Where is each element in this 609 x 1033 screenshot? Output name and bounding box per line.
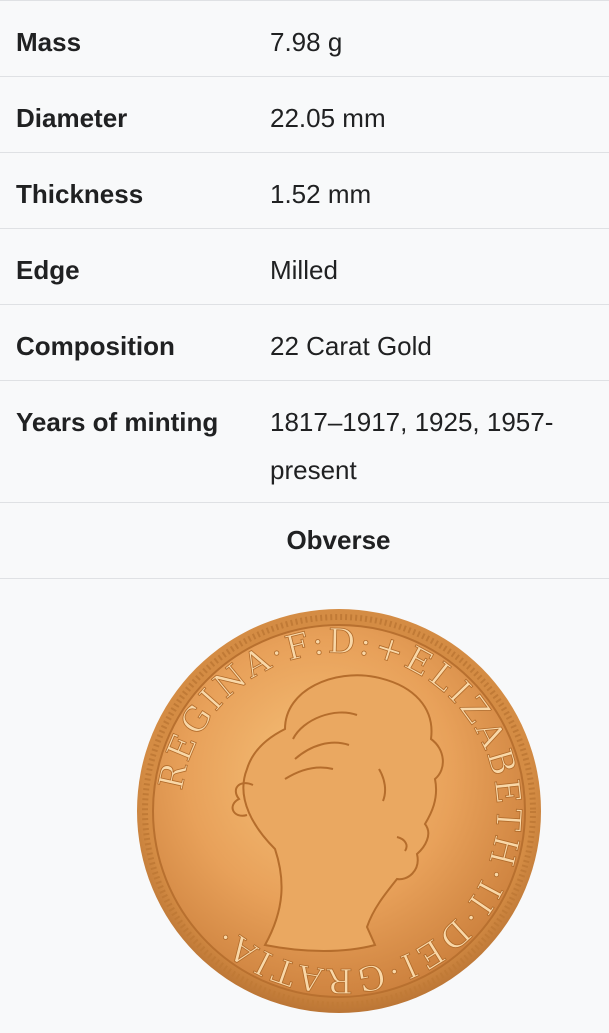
row-label: Thickness bbox=[16, 179, 144, 209]
infobox-row-years-of-minting: Years of minting 1817–1917, 1925, 1957- … bbox=[0, 381, 609, 503]
row-value-line: 1817–1917, 1925, 1957- bbox=[270, 407, 554, 437]
row-value: 7.98 g bbox=[270, 27, 343, 57]
row-label: Edge bbox=[16, 255, 80, 285]
row-value-line: present bbox=[270, 455, 357, 485]
infobox-row-mass: Mass 7.98 g bbox=[0, 1, 609, 77]
row-value: 22 Carat Gold bbox=[270, 331, 432, 361]
infobox-row-composition: Composition 22 Carat Gold bbox=[0, 305, 609, 381]
infobox-row-edge: Edge Milled bbox=[0, 229, 609, 305]
infobox-row-thickness: Thickness 1.52 mm bbox=[0, 153, 609, 229]
row-label: Mass bbox=[16, 27, 82, 57]
coin-infobox: Mass 7.98 g Diameter 22.05 mm Thickness … bbox=[0, 0, 609, 1033]
coin-image[interactable]: REGINA·F:D:+ELIZABETH·II·DEI·GRATIA· bbox=[135, 609, 543, 1013]
row-label: Diameter bbox=[16, 103, 128, 133]
row-value: 22.05 mm bbox=[270, 103, 386, 133]
section-header-obverse: Obverse bbox=[0, 503, 609, 579]
row-value: Milled bbox=[270, 255, 338, 285]
row-label: Years of minting bbox=[16, 407, 219, 437]
row-value: 1817–1917, 1925, 1957- present bbox=[270, 372, 609, 502]
infobox-row-diameter: Diameter 22.05 mm bbox=[0, 77, 609, 153]
row-label: Composition bbox=[16, 331, 175, 361]
row-value: 1.52 mm bbox=[270, 179, 372, 209]
coin-image-area: REGINA·F:D:+ELIZABETH·II·DEI·GRATIA· bbox=[0, 579, 609, 1033]
